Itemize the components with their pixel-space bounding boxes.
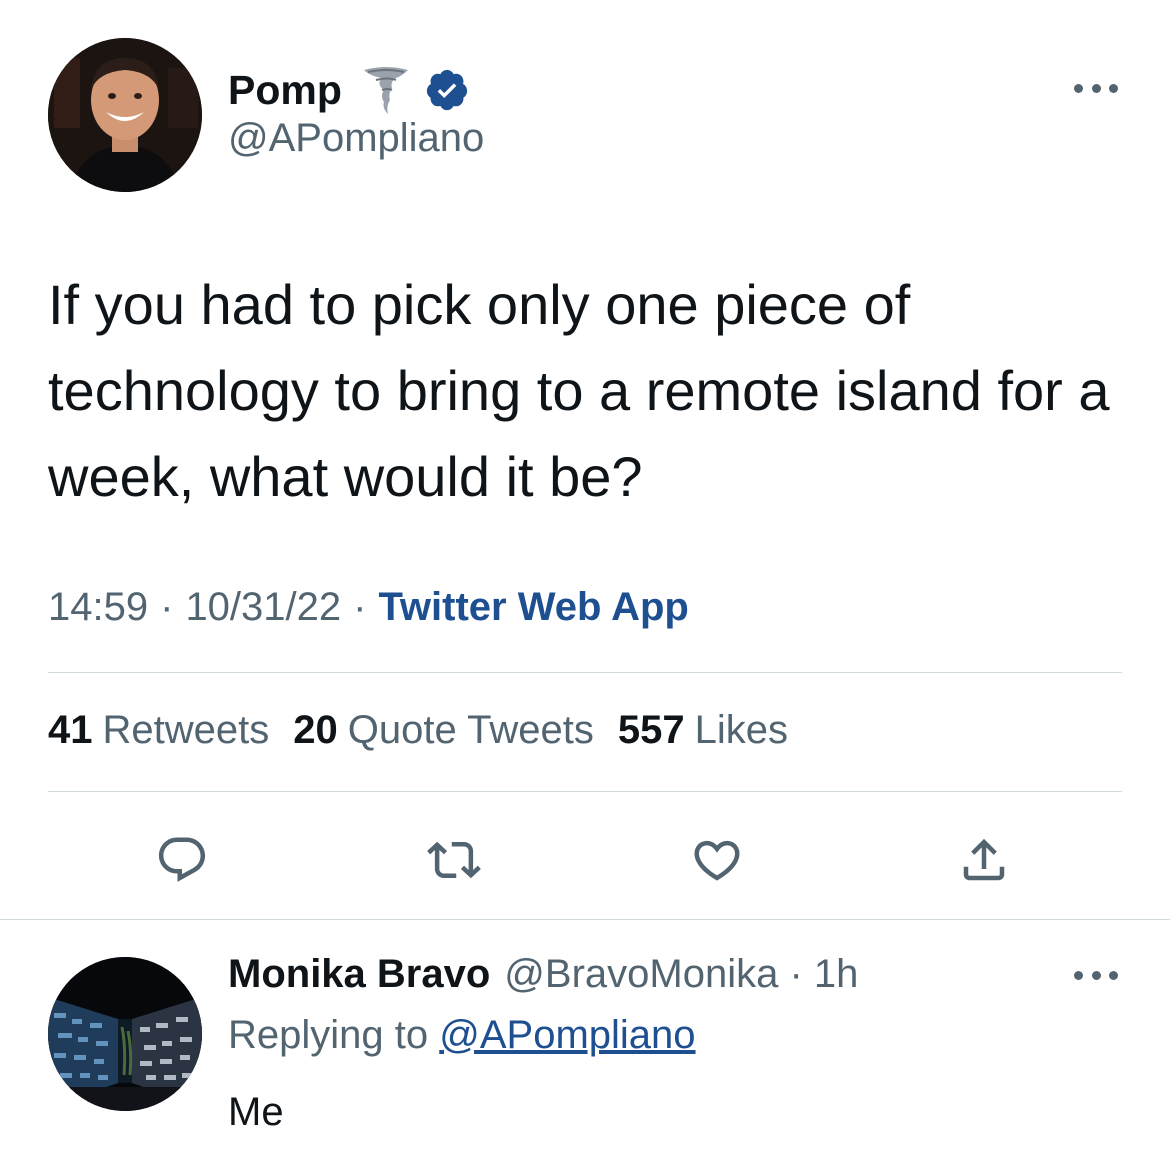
like-button[interactable]	[687, 830, 747, 890]
reply-separator: ·	[778, 952, 814, 996]
dot	[1074, 970, 1083, 980]
retweet-icon	[427, 841, 481, 879]
dot	[1109, 83, 1118, 93]
retweets-stat[interactable]: 41 Retweets	[48, 708, 269, 753]
tweet-source-link[interactable]: Twitter Web App	[378, 585, 688, 629]
meta-separator: ·	[160, 585, 174, 629]
likes-stat[interactable]: 557 Likes	[618, 708, 788, 753]
tweet-text: If you had to pick only one piece of tec…	[48, 273, 1126, 508]
share-icon	[963, 838, 1005, 881]
likes-label: Likes	[694, 708, 788, 752]
reply-author-handle[interactable]: @BravoMonika	[504, 952, 778, 996]
tweet-meta: 14:59 · 10/31/22 · Twitter Web App	[48, 585, 689, 630]
like-icon	[694, 840, 740, 881]
replying-to-label: Replying to	[228, 1013, 429, 1057]
reply-header: Monika Bravo @BravoMonika · 1h	[228, 952, 858, 997]
more-options-icon[interactable]	[1074, 82, 1118, 94]
author-avatar[interactable]	[48, 38, 202, 192]
meta-separator: ·	[353, 585, 367, 629]
retweet-button[interactable]	[424, 830, 484, 890]
share-button[interactable]	[954, 830, 1014, 890]
retweets-count: 41	[48, 708, 93, 752]
tweet-stats: 41 Retweets 20 Quote Tweets 557 Likes	[48, 708, 812, 753]
tornado-icon	[363, 67, 408, 114]
likes-count: 557	[617, 708, 685, 752]
author-name[interactable]: Pomp	[228, 67, 342, 114]
quote-tweets-label: Quote Tweets	[347, 708, 594, 752]
reply-author-name[interactable]: Monika Bravo	[228, 952, 490, 996]
replying-to-mention-link[interactable]: @APompliano	[439, 1013, 695, 1057]
reply-icon	[158, 837, 206, 882]
reply-author-avatar[interactable]	[48, 957, 202, 1111]
reply-time[interactable]: 1h	[814, 952, 859, 996]
verified-badge-icon	[426, 69, 468, 111]
retweets-label: Retweets	[102, 708, 270, 752]
divider	[48, 791, 1122, 792]
author-avatar-image	[48, 38, 202, 192]
quote-tweets-stat[interactable]: 20 Quote Tweets	[293, 708, 594, 753]
divider	[48, 672, 1122, 673]
quote-tweets-count: 20	[293, 708, 338, 752]
replying-to: Replying to @APompliano	[228, 1013, 696, 1058]
dot	[1074, 83, 1083, 93]
author-handle[interactable]: @APompliano	[228, 116, 484, 161]
author-name-row: Pomp	[228, 62, 470, 118]
tweet-time[interactable]: 14:59	[48, 585, 148, 629]
tweet-date[interactable]: 10/31/22	[185, 585, 341, 629]
divider	[0, 919, 1170, 920]
reply-text: Me	[228, 1090, 284, 1134]
reply-button[interactable]	[152, 830, 212, 890]
dot	[1091, 83, 1101, 93]
dot	[1109, 970, 1118, 980]
dot	[1091, 970, 1101, 980]
reply-more-options-icon[interactable]	[1074, 969, 1118, 981]
reply-avatar-image	[48, 957, 202, 1111]
